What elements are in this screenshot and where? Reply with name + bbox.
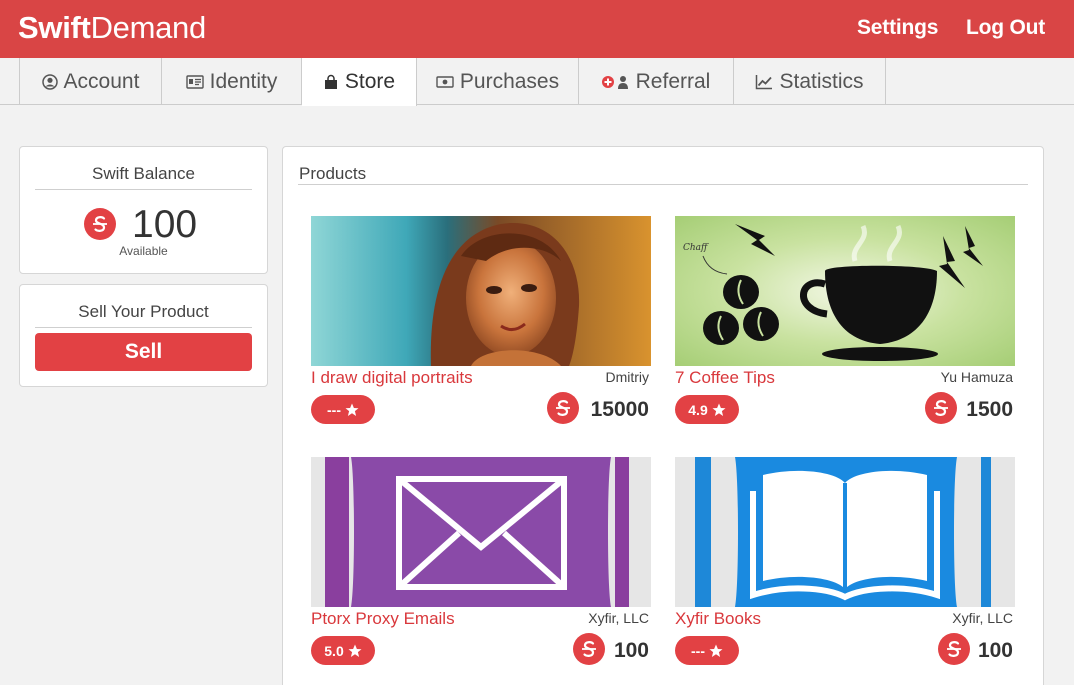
money-bill-icon	[436, 75, 454, 88]
star-icon	[709, 644, 723, 657]
rating-value: 4.9	[688, 401, 708, 418]
product-seller: Yu Hamuza	[940, 369, 1013, 385]
products-title: Products	[299, 164, 367, 183]
tab-label: Store	[344, 70, 396, 93]
tab-referral[interactable]: Referral	[579, 58, 734, 105]
tab-label: Identity	[209, 69, 278, 93]
product-price: 100	[613, 639, 649, 662]
top-navbar: SwiftDemand Settings Log Out	[0, 0, 1074, 58]
product-image-envelope[interactable]	[311, 457, 651, 607]
swift-coin-icon	[547, 392, 579, 424]
tab-label: Purchases	[459, 69, 560, 93]
product-card: Ptorx Proxy Emails Xyfir, LLC 5.0 100	[311, 457, 651, 672]
swift-coin-icon	[573, 633, 605, 665]
rating-value: ---	[691, 642, 705, 659]
rating-badge[interactable]: ---	[675, 636, 739, 665]
chaff-label: Chaff	[683, 243, 709, 253]
tab-statistics[interactable]: Statistics	[734, 58, 886, 105]
product-price: 15000	[590, 398, 649, 421]
tab-label: Referral	[635, 69, 711, 93]
star-icon	[348, 644, 362, 657]
settings-link[interactable]: Settings	[857, 16, 938, 40]
sell-button[interactable]: Sell	[35, 333, 252, 371]
balance-card: Swift Balance 100 Available	[19, 146, 268, 274]
tab-label: Statistics	[779, 69, 864, 93]
sell-title: Sell Your Product	[78, 302, 209, 321]
star-icon	[345, 403, 359, 416]
rating-badge[interactable]: 4.9	[675, 395, 739, 424]
divider	[35, 189, 252, 190]
rating-badge[interactable]: ---	[311, 395, 375, 424]
product-image-book[interactable]	[675, 457, 1015, 607]
product-image-coffee[interactable]: Chaff	[675, 216, 1015, 366]
shopping-bag-icon	[324, 74, 337, 89]
rating-value: ---	[327, 401, 341, 418]
product-seller: Xyfir, LLC	[952, 610, 1013, 626]
rating-value: 5.0	[324, 642, 344, 659]
balance-title: Swift Balance	[92, 164, 195, 183]
rating-badge[interactable]: 5.0	[311, 636, 375, 665]
product-seller: Dmitriy	[605, 369, 649, 385]
brand-logo[interactable]: SwiftDemand	[18, 10, 206, 46]
balance-amount: 100	[132, 203, 198, 246]
tab-label: Account	[63, 69, 140, 93]
swift-coin-icon	[925, 392, 957, 424]
product-name[interactable]: Xyfir Books	[675, 609, 761, 629]
id-card-icon	[185, 74, 204, 89]
tab-store[interactable]: Store	[302, 58, 417, 106]
logout-link[interactable]: Log Out	[966, 16, 1045, 40]
product-card: I draw digital portraits Dmitriy --- 150…	[311, 216, 651, 431]
brand-light: Demand	[90, 10, 207, 45]
swift-coin-icon	[938, 633, 970, 665]
add-user-icon	[601, 75, 628, 89]
tab-identity[interactable]: Identity	[162, 58, 302, 105]
product-name[interactable]: Ptorx Proxy Emails	[311, 609, 455, 629]
tab-account[interactable]: Account	[19, 58, 162, 105]
brand-bold: Swift	[18, 10, 91, 45]
balance-caption: Available	[119, 244, 168, 258]
product-name[interactable]: 7 Coffee Tips	[675, 368, 775, 388]
tab-purchases[interactable]: Purchases	[417, 58, 579, 105]
star-icon	[712, 403, 726, 416]
swift-coin-icon	[84, 208, 116, 240]
divider	[298, 184, 1028, 185]
product-price: 100	[977, 639, 1013, 662]
product-image-portrait[interactable]	[311, 216, 651, 366]
product-card: Chaff 7 Coffee Tips Yu Hamuza 4.9 1500	[675, 216, 1015, 431]
divider	[35, 327, 252, 328]
tab-bar: Account Identity Store Purchases Referra…	[0, 58, 1074, 106]
line-chart-icon	[756, 74, 773, 89]
product-price: 1500	[966, 398, 1013, 421]
product-seller: Xyfir, LLC	[588, 610, 649, 626]
product-card: Xyfir Books Xyfir, LLC --- 100	[675, 457, 1015, 672]
product-name[interactable]: I draw digital portraits	[311, 368, 473, 388]
user-circle-icon	[41, 73, 58, 90]
products-card: Products I draw digital portraits Dmitri…	[282, 146, 1044, 685]
sell-card: Sell Your Product Sell	[19, 284, 268, 387]
